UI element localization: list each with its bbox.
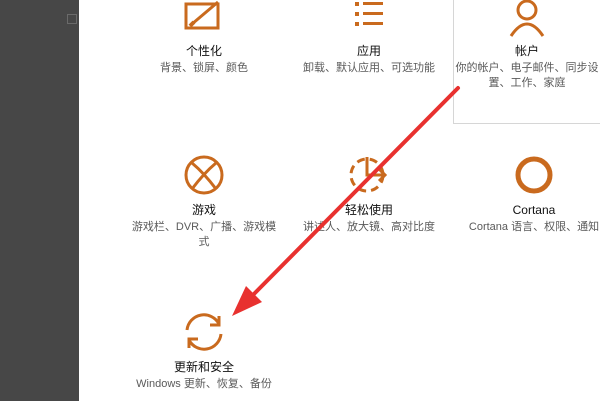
tile-title: 个性化 — [185, 44, 222, 58]
tile-update-security[interactable]: 更新和安全 Windows 更新、恢复、备份 — [129, 310, 279, 392]
tile-gaming[interactable]: 游戏 游戏栏、DVR、广播、游戏模式 — [129, 153, 279, 250]
personalization-icon — [184, 0, 220, 30]
update-sync-icon — [185, 313, 223, 351]
small-square-icon — [67, 14, 77, 24]
tile-description: 讲述人、放大镜、高对比度 — [303, 221, 435, 233]
tile-title: 帐户 — [514, 44, 539, 58]
xbox-icon — [184, 155, 224, 195]
tile-cortana[interactable]: Cortana Cortana 语言、权限、通知 — [459, 153, 600, 235]
cortana-icon — [515, 156, 553, 194]
tile-title: Cortana — [512, 203, 556, 217]
tile-description: 卸载、默认应用、可选功能 — [303, 62, 435, 74]
tile-description: Windows 更新、恢复、备份 — [136, 378, 272, 390]
tile-description: Cortana 语言、权限、通知 — [468, 221, 600, 233]
apps-icon — [355, 2, 383, 26]
ease-of-access-icon — [349, 157, 388, 193]
tile-ease-of-access[interactable]: 轻松使用 讲述人、放大镜、高对比度 — [294, 153, 444, 235]
tile-accounts[interactable]: 帐户 你的帐户、电子邮件、同步设置、工作、家庭 — [453, 0, 600, 124]
tile-title: 轻松使用 — [344, 203, 393, 217]
tile-apps[interactable]: 应用 卸载、默认应用、可选功能 — [294, 0, 444, 76]
settings-grid: 个性化 背景、锁屏、颜色 应用 卸载、默认应用、可选功能 帐户 你的帐户、电子邮… — [79, 0, 600, 401]
tile-title: 游戏 — [191, 203, 216, 217]
left-dark-panel — [0, 0, 79, 401]
tile-personalization[interactable]: 个性化 背景、锁屏、颜色 — [129, 0, 279, 76]
tile-description: 背景、锁屏、颜色 — [160, 62, 248, 74]
tile-title: 更新和安全 — [173, 360, 234, 374]
tile-title: 应用 — [356, 44, 381, 58]
account-icon — [509, 0, 545, 37]
tile-description: 游戏栏、DVR、广播、游戏模式 — [131, 221, 277, 248]
tile-description: 你的帐户、电子邮件、同步设置、工作、家庭 — [455, 62, 599, 89]
